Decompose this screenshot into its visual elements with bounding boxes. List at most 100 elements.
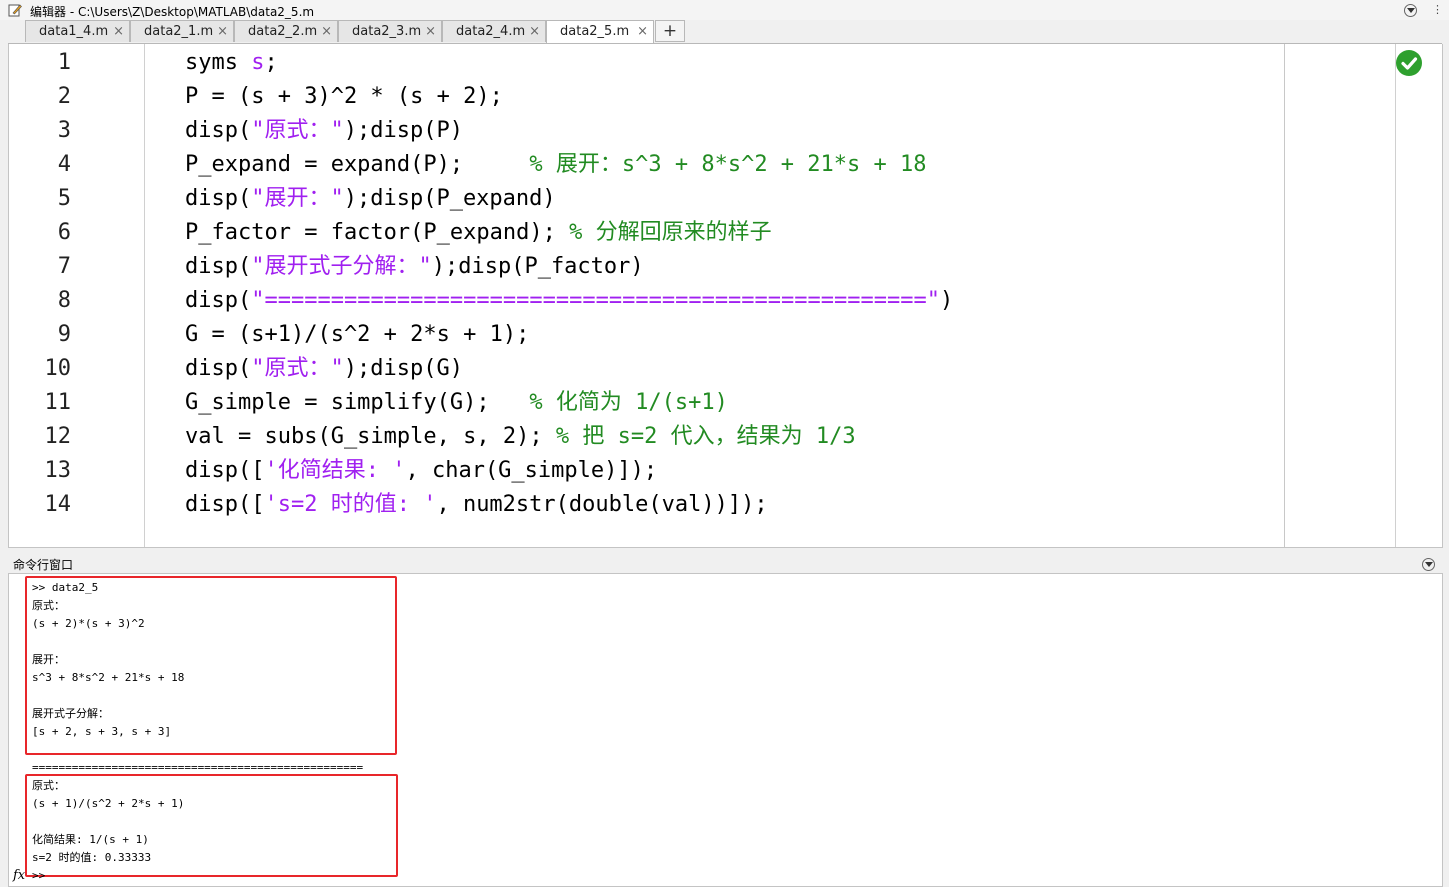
output-line: s=2 时的值: 0.33333 (32, 851, 152, 864)
output-line: [s + 2, s + 3, s + 3] (32, 725, 172, 738)
close-icon[interactable]: × (529, 24, 540, 39)
code-line[interactable]: disp("展开：");disp(P_expand) (185, 182, 556, 216)
output-line: (s + 2)*(s + 3)^2 (32, 617, 145, 630)
code-line[interactable]: G = (s+1)/(s^2 + 2*s + 1); (185, 318, 529, 352)
command-window-header: 命令行窗口 (8, 555, 1443, 573)
tab-label: data1_4.m (39, 24, 109, 39)
code-editor[interactable]: 1 2 3 4 5 6 7 8 9 10 11 12 13 14 syms s; P = (s + 3)^2… (8, 44, 1443, 548)
code-token: ; (264, 50, 278, 75)
code-token: );disp(P_factor) (431, 254, 644, 279)
code-token: );disp(P) (343, 118, 463, 143)
code-line[interactable]: disp("==================================… (185, 284, 953, 318)
code-token: disp( (185, 186, 252, 211)
check-circle-icon[interactable] (1396, 50, 1422, 76)
line-number: 10 (44, 356, 72, 381)
code-line[interactable]: val = subs(G_simple, s, 2); % 把 s=2 代入，结… (185, 420, 856, 454)
code-string: '化简结果: ' (264, 458, 406, 483)
line-number: 2 (57, 84, 71, 109)
code-string: "=======================================… (251, 288, 940, 313)
tab-data2-4[interactable]: data2_4.m × (442, 20, 546, 42)
window-options-icon[interactable]: ⋮ (1432, 3, 1443, 17)
close-icon[interactable]: × (425, 24, 436, 39)
output-line: (s + 1)/(s^2 + 2*s + 1) (32, 797, 185, 810)
close-icon[interactable]: × (113, 24, 124, 39)
tab-data2-5[interactable]: data2_5.m × (546, 20, 654, 45)
title-bar: 编辑器 - C:\Users\Z\Desktop\MATLAB\data2_5.… (0, 0, 1449, 20)
output-line: 展开式子分解： (32, 707, 109, 720)
code-string: 's=2 时的值: ' (264, 492, 437, 517)
code-token: disp( (185, 254, 252, 279)
tab-data2-3[interactable]: data2_3.m × (338, 20, 442, 42)
code-token: disp([ (185, 458, 265, 483)
close-icon[interactable]: × (321, 24, 332, 39)
command-window[interactable]: fx >> data2_5 原式： (s + 2)*(s + 3)^2 展开： s^3 … (8, 573, 1443, 887)
code-token: P_expand = expand(P); (185, 152, 530, 177)
code-token: );disp(P_expand) (343, 186, 556, 211)
code-comment: % 分解回原来的样子 (569, 220, 772, 245)
line-number: 7 (57, 254, 71, 279)
code-string: "展开式子分解：" (251, 254, 432, 279)
code-line[interactable]: disp("原式：");disp(G) (185, 352, 463, 386)
line-number: 3 (57, 118, 71, 143)
line-number: 9 (57, 322, 71, 347)
window-title: 编辑器 - C:\Users\Z\Desktop\MATLAB\data2_5.… (30, 5, 315, 19)
code-line[interactable]: disp(['化简结果: ', char(G_simple)]); (185, 454, 657, 488)
output-line: ========================================… (32, 761, 364, 774)
line-number-gutter: 1 2 3 4 5 6 7 8 9 10 11 12 13 14 (9, 44, 145, 547)
editor-icon (8, 4, 22, 17)
close-icon[interactable]: × (637, 24, 648, 39)
code-analyzer-bar[interactable] (1395, 44, 1442, 547)
tab-label: data2_1.m (144, 24, 214, 39)
line-number: 5 (57, 186, 71, 211)
line-number: 11 (44, 390, 72, 415)
code-token: , char(G_simple)]); (405, 458, 658, 483)
code-token: );disp(G) (343, 356, 463, 381)
code-string: "原式：" (251, 118, 344, 143)
tab-data1-4[interactable]: data1_4.m × (25, 20, 130, 42)
output-line: s^3 + 8*s^2 + 21*s + 18 (32, 671, 185, 684)
right-margin-line (1284, 44, 1285, 547)
tab-data2-1[interactable]: data2_1.m × (130, 20, 234, 42)
code-line[interactable]: disp(['s=2 时的值: ', num2str(double(val))]… (185, 488, 768, 522)
fx-icon[interactable]: fx (13, 868, 25, 883)
window-menu-icon[interactable] (1404, 4, 1417, 17)
line-number: 13 (44, 458, 72, 483)
code-token: ) (939, 288, 954, 313)
tab-label: data2_4.m (456, 24, 526, 39)
output-line: 原式： (32, 779, 65, 792)
code-token: syms (185, 50, 252, 75)
command-window-title: 命令行窗口 (13, 558, 74, 572)
code-comment: % 把 s=2 代入，结果为 1/3 (555, 424, 856, 449)
code-line[interactable]: G_simple = simplify(G); % 化简为 1/(s+1) (185, 386, 728, 420)
tab-data2-2[interactable]: data2_2.m × (234, 20, 338, 42)
tab-label: data2_3.m (352, 24, 422, 39)
output-line: 展开： (32, 653, 65, 666)
command-window-menu-icon[interactable] (1422, 558, 1435, 571)
close-icon[interactable]: × (217, 24, 228, 39)
code-line[interactable]: P = (s + 3)^2 * (s + 2); (185, 80, 503, 114)
line-number: 6 (57, 220, 71, 245)
tab-label: data2_5.m (560, 24, 630, 39)
code-comment: % 化简为 1/(s+1) (529, 390, 728, 415)
code-line[interactable]: disp("原式：");disp(P) (185, 114, 463, 148)
code-string: "展开：" (251, 186, 344, 211)
code-line[interactable]: disp("展开式子分解：");disp(P_factor) (185, 250, 644, 284)
code-token: G = (s+1)/(s^2 + 2*s + 1); (185, 322, 530, 347)
code-line[interactable]: P_expand = expand(P); % 展开：s^3 + 8*s^2 +… (185, 148, 927, 182)
code-token: disp( (185, 288, 252, 313)
code-line[interactable]: syms s; (185, 46, 278, 80)
line-number: 1 (57, 50, 71, 75)
tab-label: data2_2.m (248, 24, 318, 39)
code-token: G_simple = simplify(G); (185, 390, 530, 415)
output-line: 化简结果: 1/(s + 1) (32, 833, 149, 846)
code-token: , num2str(double(val))]); (436, 492, 768, 517)
command-prompt[interactable]: >> (32, 867, 45, 885)
code-token: disp( (185, 118, 252, 143)
code-token: val = subs(G_simple, s, 2); (185, 424, 556, 449)
add-tab-button[interactable]: + (655, 20, 685, 42)
code-token: P_factor = factor(P_expand); (185, 220, 570, 245)
code-line[interactable]: P_factor = factor(P_expand); % 分解回原来的样子 (185, 216, 772, 250)
code-comment: % 展开：s^3 + 8*s^2 + 21*s + 18 (529, 152, 927, 177)
line-number: 14 (44, 492, 72, 517)
code-string: "原式：" (251, 356, 344, 381)
